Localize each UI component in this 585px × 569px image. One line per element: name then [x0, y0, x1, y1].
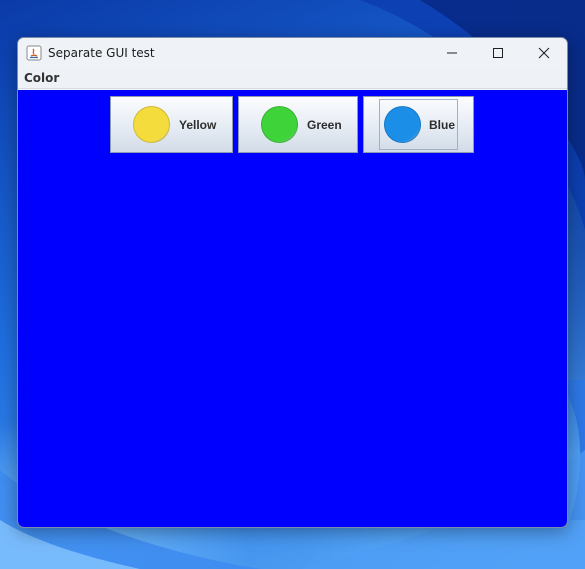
- yellow-button[interactable]: Yellow: [110, 96, 233, 153]
- blue-circle-icon: [384, 106, 421, 143]
- green-button[interactable]: Green: [238, 96, 358, 153]
- minimize-button[interactable]: [429, 38, 475, 67]
- title-bar[interactable]: Separate GUI test: [18, 38, 567, 67]
- close-button[interactable]: [521, 38, 567, 67]
- focus-ring: Blue: [379, 99, 458, 150]
- yellow-button-label: Yellow: [179, 117, 217, 132]
- menu-color[interactable]: Color: [18, 71, 65, 85]
- green-button-label: Green: [307, 117, 342, 132]
- window-title: Separate GUI test: [48, 45, 155, 60]
- minimize-icon: [447, 52, 457, 53]
- app-window: Separate GUI test Color Yellow Green Blu…: [17, 37, 568, 528]
- blue-button[interactable]: Blue: [363, 96, 474, 153]
- menu-bar: Color: [18, 67, 567, 89]
- maximize-button[interactable]: [475, 38, 521, 67]
- java-app-icon: [26, 45, 42, 60]
- blue-button-label: Blue: [429, 117, 456, 132]
- green-circle-icon: [261, 106, 298, 143]
- color-panel: Yellow Green Blue: [18, 90, 567, 527]
- window-controls: [429, 38, 567, 67]
- maximize-icon: [493, 47, 503, 58]
- color-button-group: Yellow Green Blue: [110, 96, 474, 153]
- close-icon: [538, 47, 550, 58]
- yellow-circle-icon: [133, 106, 170, 143]
